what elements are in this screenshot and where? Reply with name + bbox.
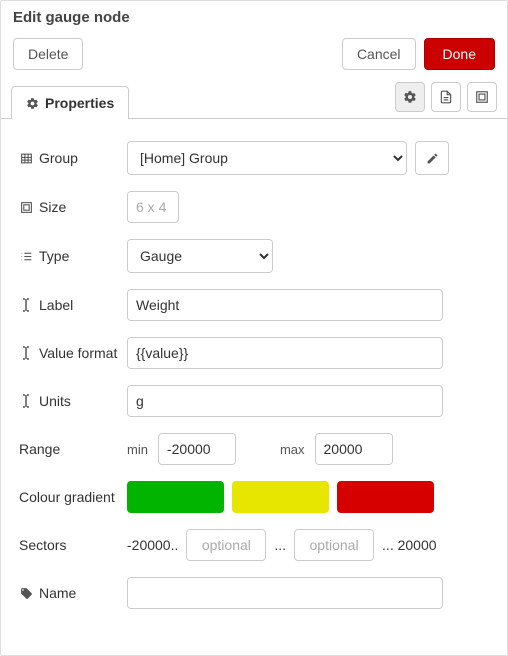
text-cursor-icon <box>19 394 33 408</box>
size-icon <box>19 201 33 214</box>
label-value-format: Value format <box>39 345 117 361</box>
label-range: Range <box>19 441 60 457</box>
view-settings-button[interactable] <box>395 82 425 112</box>
view-layout-button[interactable] <box>467 82 497 112</box>
label-group: Group <box>39 150 78 166</box>
label-input[interactable] <box>127 289 443 321</box>
edit-group-button[interactable] <box>415 141 449 175</box>
group-select[interactable]: [Home] Group <box>127 141 407 175</box>
label-units: Units <box>39 393 71 409</box>
colour-swatch-2[interactable] <box>232 481 329 513</box>
name-input[interactable] <box>127 577 443 609</box>
label-range-min: min <box>127 442 148 457</box>
done-button[interactable]: Done <box>424 38 495 70</box>
list-icon <box>19 250 33 263</box>
label-size: Size <box>39 199 66 215</box>
delete-button[interactable]: Delete <box>13 38 83 70</box>
sector-2-input[interactable] <box>294 529 374 561</box>
type-select[interactable]: Gauge <box>127 239 273 273</box>
pencil-icon <box>426 152 439 165</box>
label-type: Type <box>39 248 69 264</box>
label-label: Label <box>39 297 73 313</box>
file-icon <box>439 90 453 104</box>
layout-icon <box>475 90 489 104</box>
table-icon <box>19 152 33 165</box>
panel-title: Edit gauge node <box>1 1 507 30</box>
sectors-suffix: ... 20000 <box>382 537 437 553</box>
sectors-dots: ... <box>274 537 286 553</box>
view-docs-button[interactable] <box>431 82 461 112</box>
tab-properties-label: Properties <box>45 95 114 111</box>
label-sectors: Sectors <box>19 537 66 553</box>
label-range-max: max <box>280 442 305 457</box>
range-max-input[interactable] <box>315 433 393 465</box>
tabs: Properties <box>1 82 507 119</box>
units-input[interactable] <box>127 385 443 417</box>
label-name: Name <box>39 585 76 601</box>
action-bar: Delete Cancel Done <box>1 30 507 82</box>
gear-icon <box>403 90 417 104</box>
tab-properties[interactable]: Properties <box>11 86 129 119</box>
text-cursor-icon <box>19 346 33 360</box>
sectors-prefix: -20000.. <box>127 537 178 553</box>
colour-swatch-3[interactable] <box>337 481 434 513</box>
range-min-input[interactable] <box>158 433 236 465</box>
size-input[interactable] <box>127 191 179 223</box>
tag-icon <box>19 587 33 600</box>
sector-1-input[interactable] <box>186 529 266 561</box>
gear-icon <box>26 97 39 110</box>
colour-swatch-1[interactable] <box>127 481 224 513</box>
text-cursor-icon <box>19 298 33 312</box>
value-format-input[interactable] <box>127 337 443 369</box>
label-colour-gradient: Colour gradient <box>19 489 115 505</box>
cancel-button[interactable]: Cancel <box>342 38 416 70</box>
